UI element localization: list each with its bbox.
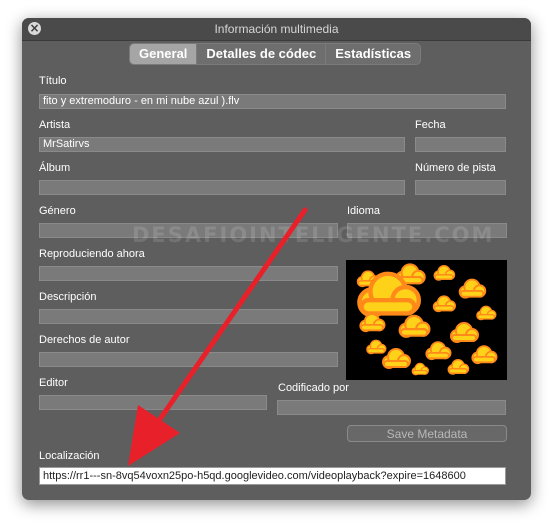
- red-arrow-icon: [128, 207, 308, 466]
